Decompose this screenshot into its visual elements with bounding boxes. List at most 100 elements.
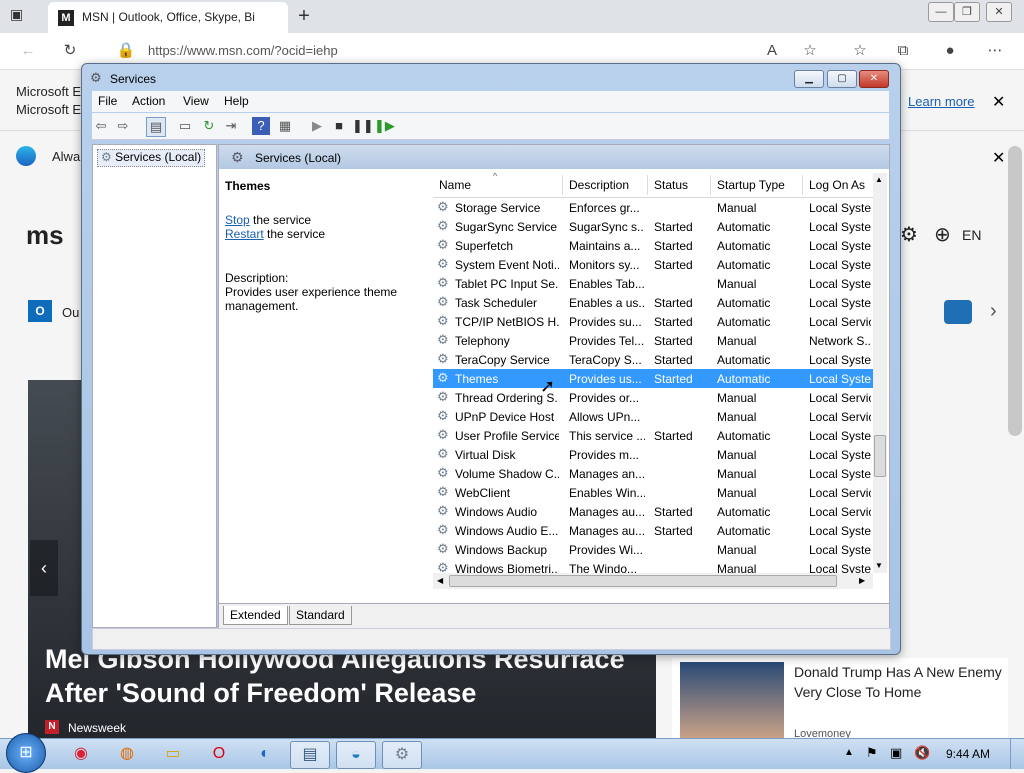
service-row[interactable]: ⚙ SugarSync Service SugarSync s... Started A… <box>433 217 873 236</box>
column-header-description[interactable]: Description <box>569 178 629 192</box>
show-hide-console-tree-icon[interactable]: ▤ <box>146 117 166 137</box>
back-arrow-icon[interactable]: ⇦ <box>92 117 110 135</box>
maximize-button[interactable]: ▢ <box>827 70 857 88</box>
service-row[interactable]: ⚙ System Event Noti... Monitors sy... Start… <box>433 255 873 274</box>
column-divider[interactable] <box>562 175 563 195</box>
forward-arrow-icon[interactable]: ⇨ <box>114 117 132 135</box>
service-row[interactable]: ⚙ Windows Audio Manages au... Started Automa… <box>433 502 873 521</box>
read-aloud-icon[interactable]: A <box>762 41 782 61</box>
side-news-headline[interactable]: Donald Trump Has A New Enemy Very Close … <box>794 662 1004 702</box>
service-row[interactable]: ⚙ Thread Ordering S... Provides or... Manua… <box>433 388 873 407</box>
tab-actions-icon[interactable]: ▣ <box>10 6 36 26</box>
service-row[interactable]: ⚙ Windows Backup Provides Wi... Manual Local… <box>433 540 873 559</box>
taskbar-clock[interactable]: 9:44 AM <box>946 747 990 761</box>
app-task-icon[interactable]: ◐ <box>246 741 284 767</box>
new-tab-button[interactable]: + <box>292 4 316 28</box>
services-console-task-icon[interactable]: ▤ <box>290 741 330 769</box>
help-icon[interactable]: ? <box>252 117 270 135</box>
service-row[interactable]: ⚙ Tablet PC Input Se... Enables Tab... Manu… <box>433 274 873 293</box>
chevron-right-icon[interactable]: › <box>990 300 997 323</box>
service-row[interactable]: ⚙ Task Scheduler Enables a us... Started Aut… <box>433 293 873 312</box>
chrome-task-icon[interactable]: ◉ <box>62 741 100 767</box>
learn-more-link[interactable]: Learn more <box>908 94 974 109</box>
tab-standard[interactable]: Standard <box>289 606 352 625</box>
tab-extended[interactable]: Extended <box>223 606 288 625</box>
favorites-icon[interactable]: ☆ <box>850 41 870 61</box>
service-row[interactable]: ⚙ TeraCopy Service TeraCopy S... Started Aut… <box>433 350 873 369</box>
address-bar[interactable]: https://www.msn.com/?ocid=iehp <box>148 43 338 58</box>
scroll-down-icon[interactable]: ▼ <box>875 561 883 570</box>
car-icon[interactable] <box>944 300 972 324</box>
browser-minimize-button[interactable]: — <box>928 2 954 22</box>
menu-file[interactable]: File <box>98 94 117 108</box>
more-menu-icon[interactable]: ⋯ <box>985 41 1005 61</box>
service-row[interactable]: ⚙ Windows Biometri... The Windo... Manual Lo… <box>433 559 873 574</box>
service-row[interactable]: ⚙ WebClient Enables Win... Manual Local Serv… <box>433 483 873 502</box>
close-button[interactable]: ✕ <box>859 70 889 88</box>
minimize-button[interactable]: ▁ <box>794 70 824 88</box>
tree-item-services-local[interactable]: ⚙ Services (Local) <box>97 149 206 167</box>
menu-help[interactable]: Help <box>224 94 249 108</box>
column-divider[interactable] <box>647 175 648 195</box>
properties-sheet-icon[interactable]: ▭ <box>176 117 194 135</box>
column-divider[interactable] <box>710 175 711 195</box>
add-favorite-icon[interactable]: ☆ <box>800 41 820 61</box>
show-desktop-button[interactable] <box>1010 739 1024 769</box>
browser-tab[interactable]: M MSN | Outlook, Office, Skype, Bi <box>48 2 288 33</box>
carousel-prev-icon[interactable]: ‹ <box>30 540 58 596</box>
restart-service-icon[interactable]: ❚▶ <box>374 117 395 135</box>
service-row[interactable]: ⚙ User Profile Service This service ... Sta… <box>433 426 873 445</box>
scroll-up-icon[interactable]: ▲ <box>875 175 883 184</box>
volume-muted-icon[interactable]: 🔇 <box>914 745 930 761</box>
menu-view[interactable]: View <box>183 94 209 108</box>
vertical-scroll-thumb[interactable] <box>874 435 886 477</box>
outlook-icon[interactable]: O <box>28 300 52 322</box>
export-list-icon[interactable]: ⇥ <box>222 117 240 135</box>
scroll-right-icon[interactable]: ▶ <box>859 576 865 585</box>
network-icon[interactable]: ▣ <box>890 745 902 761</box>
edge-bar-close-icon[interactable]: ✕ <box>992 148 1005 168</box>
page-scrollbar[interactable] <box>1008 146 1022 436</box>
settings-gear-icon[interactable]: ⚙ <box>900 222 918 247</box>
language-label[interactable]: EN <box>962 227 981 243</box>
refresh-list-icon[interactable]: ↻ <box>200 117 218 135</box>
horizontal-scroll-thumb[interactable] <box>449 575 837 587</box>
service-row[interactable]: ⚙ Superfetch Maintains a... Started Automati… <box>433 236 873 255</box>
column-divider[interactable] <box>802 175 803 195</box>
outlook-label[interactable]: Ou <box>62 305 79 320</box>
browser-restore-button[interactable]: ❐ <box>954 2 980 22</box>
show-hidden-icons-icon[interactable]: ▲ <box>844 747 854 758</box>
menu-action[interactable]: Action <box>132 94 165 108</box>
properties-icon[interactable]: ▦ <box>276 117 294 135</box>
service-row[interactable]: ⚙ UPnP Device Host Allows UPn... Manual Loca… <box>433 407 873 426</box>
service-row[interactable]: ⚙ Virtual Disk Provides m... Manual Local Sy… <box>433 445 873 464</box>
back-icon[interactable]: ← <box>18 41 38 61</box>
service-row[interactable]: ⚙ Windows Audio E... Manages au... Started A… <box>433 521 873 540</box>
pause-service-icon[interactable]: ❚❚ <box>352 117 374 135</box>
start-service-icon[interactable]: ▶ <box>308 117 326 135</box>
opera-task-icon[interactable]: O <box>200 741 238 767</box>
column-header-name[interactable]: Name <box>439 178 471 192</box>
edge-task-icon[interactable]: ◒ <box>336 741 376 769</box>
banner-close-icon[interactable]: ✕ <box>992 92 1005 112</box>
service-row[interactable]: ⚙ Volume Shadow C... Manages an... Manual Lo… <box>433 464 873 483</box>
profile-avatar-icon[interactable]: ● <box>940 41 960 61</box>
vertical-scrollbar[interactable]: ▲ ▼ <box>873 173 887 573</box>
start-button-icon[interactable]: ⊞ <box>6 733 46 773</box>
service-row[interactable]: ⚙ Storage Service Enforces gr... Manual Loca… <box>433 198 873 217</box>
service-row[interactable]: ⚙ Themes Provides us... Started Automatic Loc… <box>433 369 873 388</box>
firefox-task-icon[interactable]: ◍ <box>108 741 146 767</box>
column-header-log-on-as[interactable]: Log On As <box>809 178 865 192</box>
refresh-icon[interactable]: ↻ <box>60 41 80 61</box>
column-header-status[interactable]: Status <box>654 178 688 192</box>
globe-icon[interactable]: ⊕ <box>934 222 951 247</box>
stop-service-link[interactable]: Stop <box>225 213 250 227</box>
side-news-card[interactable]: Donald Trump Has A New Enemy Very Close … <box>672 658 1008 738</box>
service-row[interactable]: ⚙ TCP/IP NetBIOS H... Provides su... Starte… <box>433 312 873 331</box>
action-center-flag-icon[interactable]: ⚑ <box>866 745 878 761</box>
services-task-icon[interactable]: ⚙ <box>382 741 422 769</box>
stop-service-icon[interactable]: ■ <box>330 117 348 135</box>
browser-close-button[interactable]: ✕ <box>986 2 1012 22</box>
collections-icon[interactable]: ⧉ <box>893 41 913 61</box>
restart-service-link[interactable]: Restart <box>225 227 264 241</box>
